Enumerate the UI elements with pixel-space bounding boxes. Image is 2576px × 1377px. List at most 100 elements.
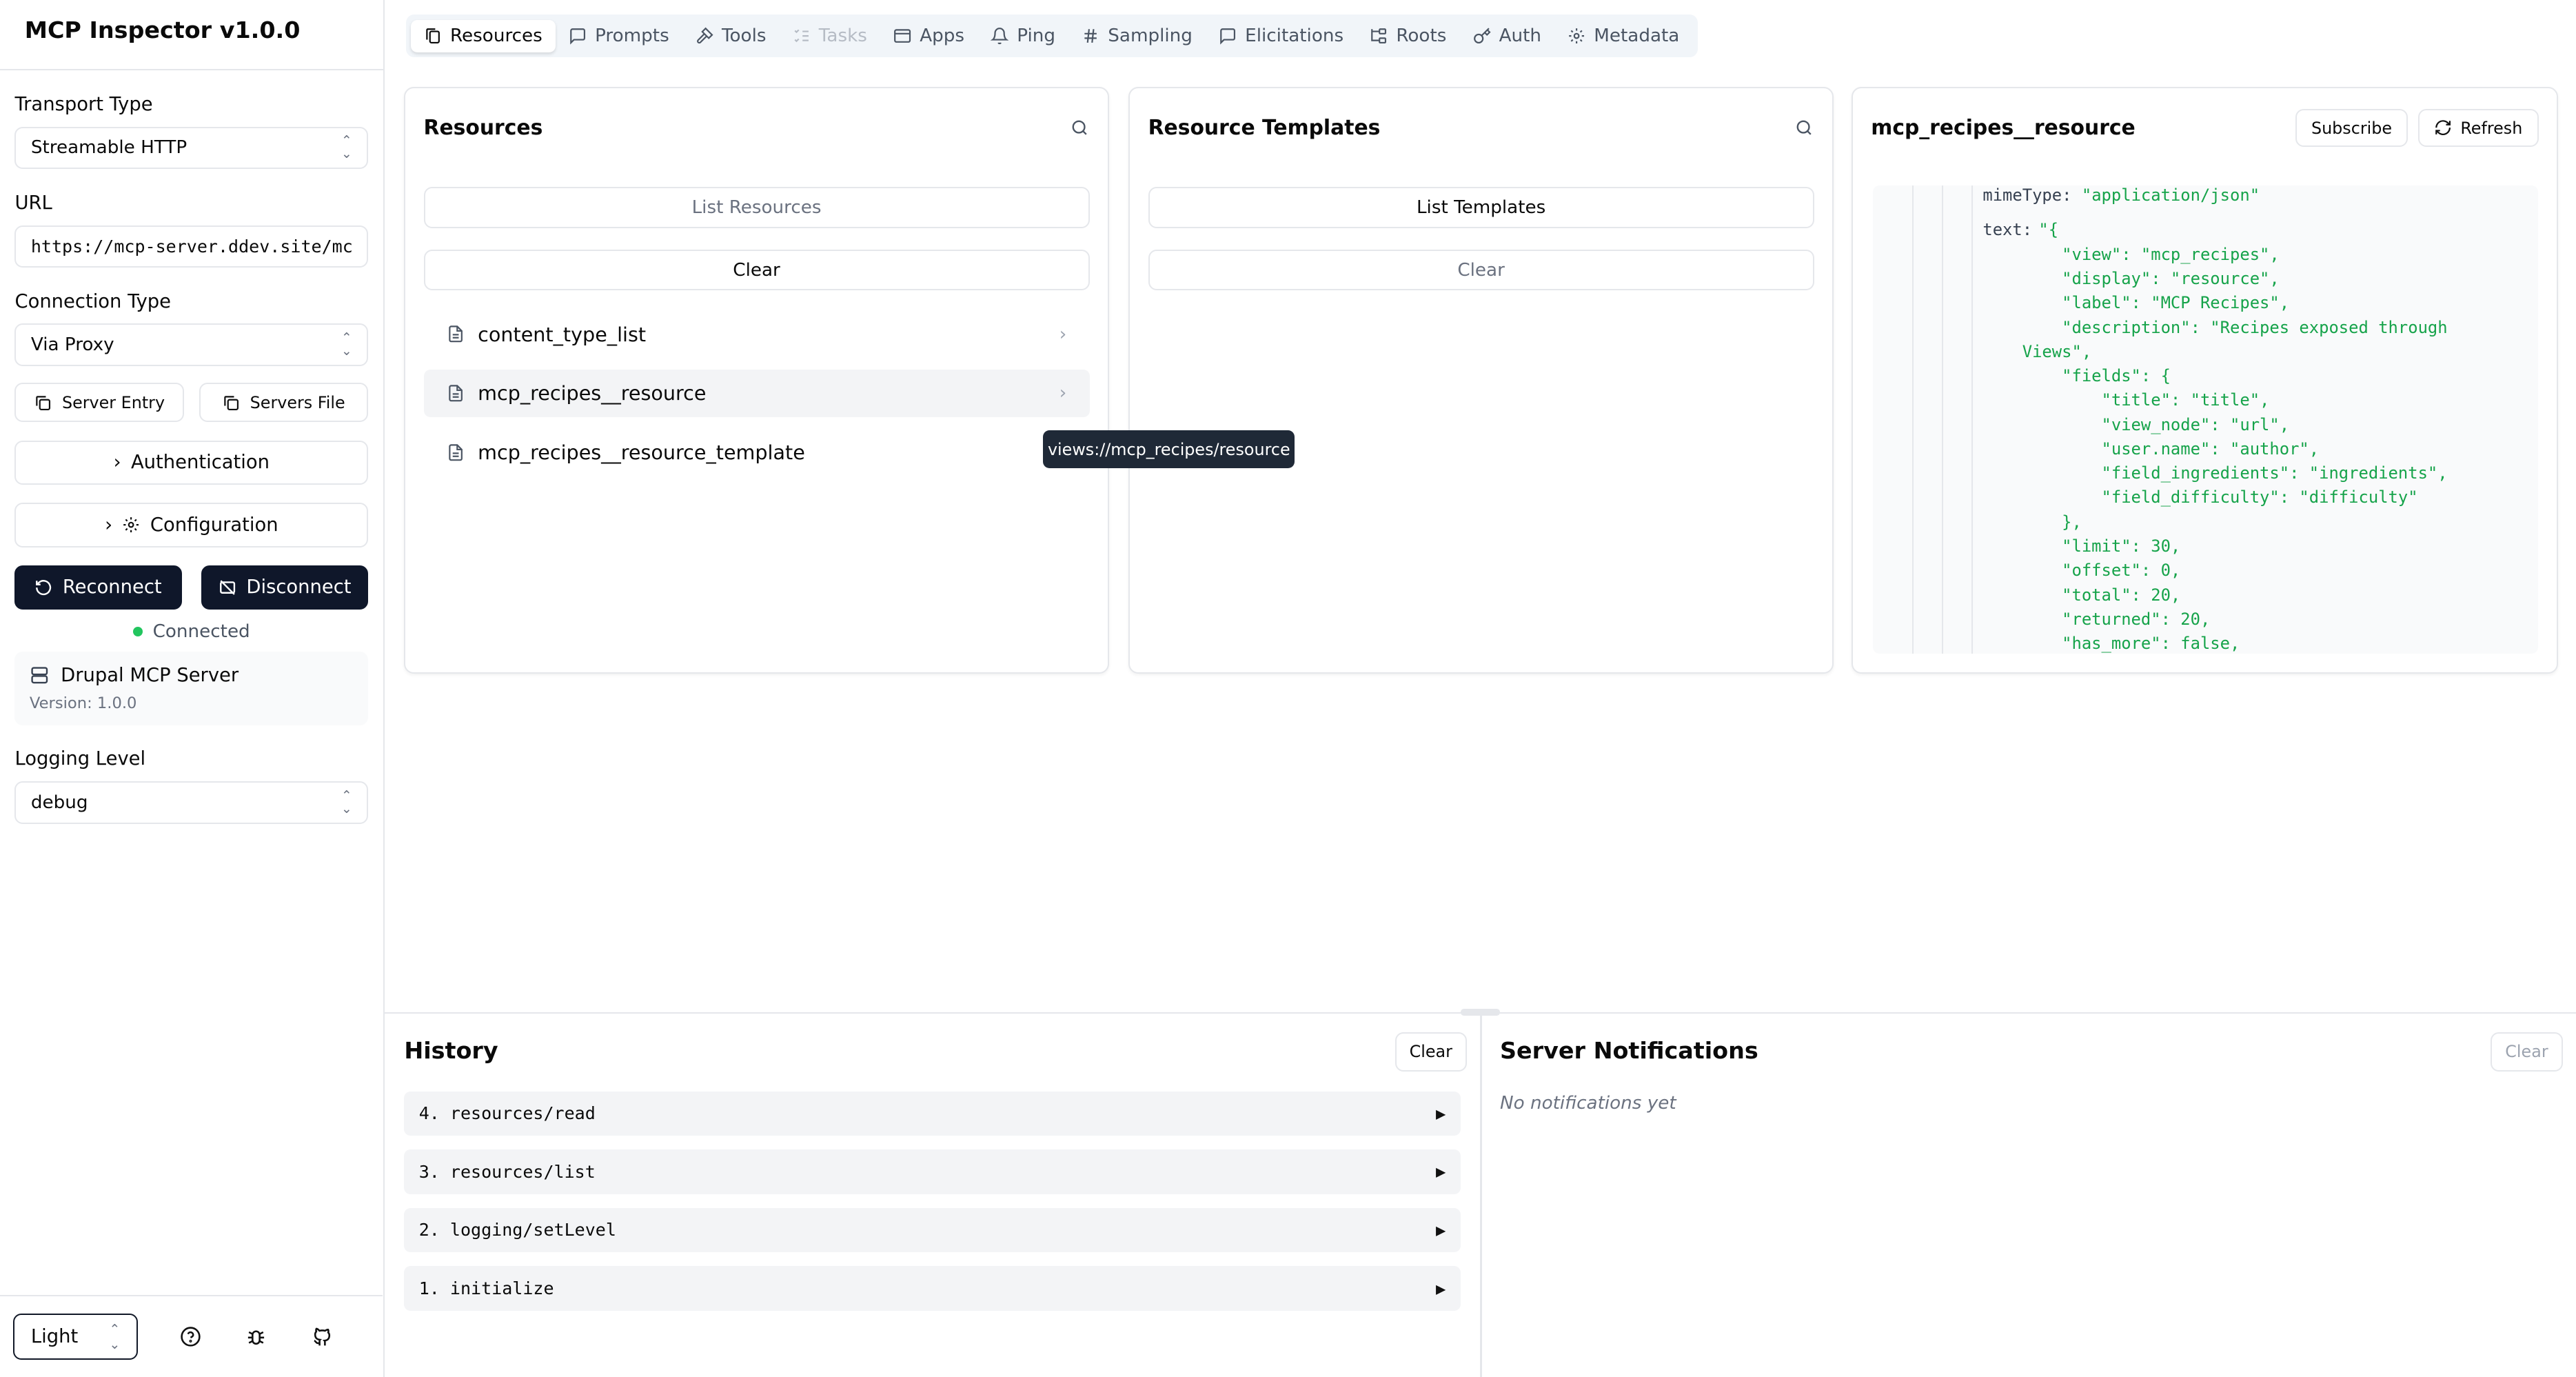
tab-roots[interactable]: Roots xyxy=(1357,20,1459,53)
history-item-label: 1. initialize xyxy=(418,1278,554,1299)
chevron-right-icon: › xyxy=(1059,323,1067,345)
transport-type-select[interactable]: Streamable HTTP ⌃ ⌄ xyxy=(14,126,369,170)
json-string-line: "view_node": "url", xyxy=(1982,414,2290,434)
json-string-line: "field_ingredients": "ingredients", xyxy=(1982,463,2448,483)
json-line: text: xyxy=(1982,220,2042,239)
theme-select[interactable]: Light ⌃ ⌄ xyxy=(13,1314,139,1360)
clear-templates-button[interactable]: Clear xyxy=(1148,249,1814,291)
connection-type-select[interactable]: Via Proxy ⌃ ⌄ xyxy=(14,323,369,367)
key-icon xyxy=(1473,27,1491,45)
file-icon xyxy=(449,325,463,343)
reconnect-button[interactable]: Reconnect xyxy=(14,565,182,610)
json-line: mimeType: "application/json" xyxy=(1982,185,2260,205)
file-icon xyxy=(449,385,463,402)
tab-prompts[interactable]: Prompts xyxy=(556,20,682,53)
history-item[interactable]: 1. initialize ▶ xyxy=(404,1266,1461,1311)
resource-name: content_type_list xyxy=(478,322,647,346)
subscribe-button[interactable]: Subscribe xyxy=(2295,109,2408,147)
resource-uri-tooltip: views://mcp_recipes/resource xyxy=(1043,430,1295,469)
tab-auth[interactable]: Auth xyxy=(1459,20,1554,53)
logging-level-label: Logging Level xyxy=(14,748,146,770)
chevron-right-icon: › xyxy=(1059,383,1067,404)
tab-tasks[interactable]: Tasks xyxy=(780,20,880,53)
app-window-icon xyxy=(893,27,911,45)
bottom-vertical-separator xyxy=(1480,1014,1482,1377)
resource-item[interactable]: content_type_list › xyxy=(424,310,1090,358)
tab-ping[interactable]: Ping xyxy=(977,20,1068,53)
json-key: text: xyxy=(1982,219,2033,239)
server-entry-button[interactable]: Server Entry xyxy=(14,383,185,423)
github-icon[interactable] xyxy=(309,1324,335,1350)
history-item[interactable]: 2. logging/setLevel ▶ xyxy=(404,1207,1461,1253)
disconnect-label: Disconnect xyxy=(246,576,352,599)
expand-triangle-icon: ▶ xyxy=(1436,1103,1446,1123)
server-version: Version: 1.0.0 xyxy=(29,694,137,713)
help-icon[interactable] xyxy=(177,1324,203,1350)
sidebar-footer: Light ⌃ ⌄ xyxy=(0,1295,383,1377)
tab-elicitations[interactable]: Elicitations xyxy=(1206,20,1357,53)
tab-apps[interactable]: Apps xyxy=(880,20,977,53)
history-item[interactable]: 4. resources/read ▶ xyxy=(404,1091,1461,1136)
logging-level-select[interactable]: debug ⌃ ⌄ xyxy=(14,781,369,825)
refresh-label: Refresh xyxy=(2460,118,2523,138)
configuration-label: Configuration xyxy=(150,514,278,536)
configuration-toggle[interactable]: › Configuration xyxy=(14,503,369,547)
server-icon xyxy=(31,667,48,684)
refresh-icon xyxy=(2435,120,2451,136)
main-tabs: Resources Prompts Tools Tasks Apps Ping Sampli… xyxy=(405,14,1698,58)
resource-detail-title: mcp_recipes__resource xyxy=(1871,116,2136,140)
notifications-title: Server Notifications xyxy=(1500,1036,1758,1064)
expand-triangle-icon: ▶ xyxy=(1436,1162,1446,1182)
status-dot xyxy=(133,626,143,636)
disconnect-button[interactable]: Disconnect xyxy=(201,565,369,610)
resources-list: content_type_list › mcp_recipes__resource ›… xyxy=(405,310,1107,476)
clear-history-button[interactable]: Clear xyxy=(1395,1032,1467,1072)
resource-item[interactable]: mcp_recipes__resource_template xyxy=(424,429,1090,476)
resource-content-viewer[interactable]: mimeType: "application/json" text: "{ "v… xyxy=(1872,185,2538,654)
clear-notifications-button[interactable]: Clear xyxy=(2491,1032,2563,1072)
resource-name: mcp_recipes__resource_template xyxy=(478,441,805,465)
resource-templates-panel: Resource Templates List Templates Clear xyxy=(1128,87,1834,674)
hash-icon xyxy=(1082,27,1099,45)
chevron-up-down-icon: ⌃ ⌄ xyxy=(341,788,352,817)
expand-triangle-icon: ▶ xyxy=(1436,1278,1446,1298)
gear-icon xyxy=(123,517,139,533)
transport-type-label: Transport Type xyxy=(14,93,153,115)
json-string-line: "limit": 30, xyxy=(1982,536,2181,556)
tab-metadata[interactable]: Metadata xyxy=(1554,20,1692,53)
tab-resources[interactable]: Resources xyxy=(410,19,556,53)
chevron-up-down-icon: ⌃ ⌄ xyxy=(109,1321,121,1352)
gear-icon xyxy=(1568,27,1585,45)
json-string-line: "display": "resource", xyxy=(1982,268,2280,288)
json-key: mimeType: xyxy=(1982,185,2072,205)
tab-tools[interactable]: Tools xyxy=(682,20,780,53)
search-icon[interactable] xyxy=(1794,118,1814,138)
chevron-right-icon: › xyxy=(113,452,121,474)
clear-resources-button[interactable]: Clear xyxy=(423,249,1090,291)
message-icon xyxy=(1219,27,1237,45)
search-icon[interactable] xyxy=(1070,118,1090,138)
bug-icon[interactable] xyxy=(243,1324,270,1350)
authentication-label: Authentication xyxy=(130,452,270,474)
json-string: "application/json" xyxy=(2081,185,2260,205)
list-todo-icon xyxy=(793,27,811,45)
connection-status: Connected xyxy=(14,621,368,642)
json-string-line: "{ xyxy=(2038,219,2059,239)
json-string-line: "view": "mcp_recipes", xyxy=(1982,244,2280,264)
refresh-button[interactable]: Refresh xyxy=(2417,109,2539,147)
tab-label: Resources xyxy=(450,26,542,47)
tab-sampling[interactable]: Sampling xyxy=(1068,20,1206,53)
url-label: URL xyxy=(14,192,52,214)
authentication-toggle[interactable]: › Authentication xyxy=(14,440,369,485)
history-item[interactable]: 3. resources/list ▶ xyxy=(404,1149,1461,1194)
sidebar: MCP Inspector v1.0.0 Transport Type Stre… xyxy=(0,0,385,1377)
json-string-line: "description": "Recipes exposed through xyxy=(1982,317,2448,337)
server-entry-label: Server Entry xyxy=(61,392,165,412)
resource-item[interactable]: mcp_recipes__resource › xyxy=(423,369,1090,417)
history-item-label: 3. resources/list xyxy=(418,1161,596,1182)
json-string-line: Views", xyxy=(1982,341,2092,361)
url-input[interactable]: https://mcp-server.ddev.site/mc xyxy=(14,225,369,268)
list-resources-button[interactable]: List Resources xyxy=(423,187,1090,228)
servers-file-button[interactable]: Servers File xyxy=(199,383,369,423)
list-templates-button[interactable]: List Templates xyxy=(1148,187,1814,228)
